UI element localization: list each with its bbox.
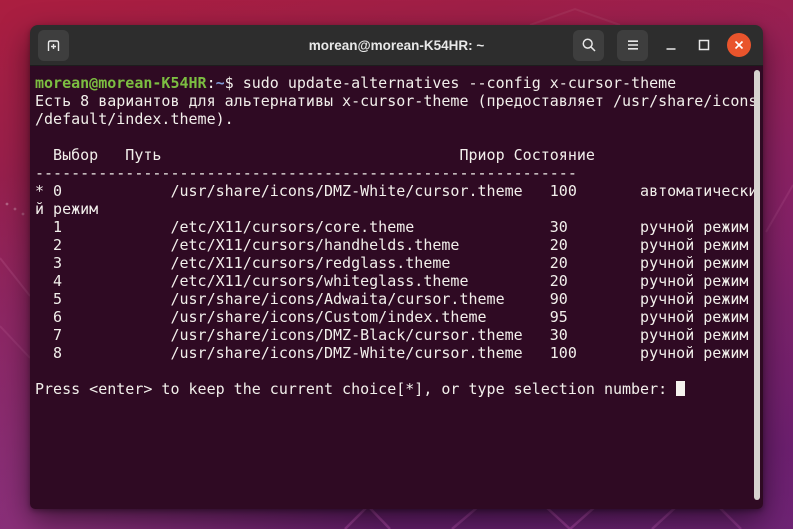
terminal-window: morean@morean-K54HR: ~ morean@morean-K54… (30, 25, 763, 509)
table-row: 7 /usr/share/icons/DMZ-Black/cursor.them… (35, 326, 749, 344)
maximize-button[interactable] (694, 35, 714, 55)
table-row: * 0 /usr/share/icons/DMZ-White/cursor.th… (35, 182, 758, 200)
terminal-content[interactable]: morean@morean-K54HR:~$ sudo update-alter… (30, 66, 763, 509)
close-button[interactable] (727, 33, 751, 57)
table-row: 2 /etc/X11/cursors/handhelds.theme 20 ру… (35, 236, 749, 254)
new-tab-icon (45, 37, 62, 54)
minimize-icon (664, 38, 678, 52)
prompt-separator: : (206, 74, 216, 92)
text-cursor (676, 381, 686, 396)
terminal-prompt-line: morean@morean-K54HR:~$ sudo update-alter… (35, 74, 763, 92)
prompt-path: ~ (215, 74, 225, 92)
search-icon (581, 37, 597, 53)
minimize-button[interactable] (661, 35, 681, 55)
table-row: 8 /usr/share/icons/DMZ-White/cursor.them… (35, 344, 749, 362)
maximize-icon (697, 38, 711, 52)
titlebar[interactable]: morean@morean-K54HR: ~ (30, 25, 763, 66)
command-text: sudo update-alternatives --config x-curs… (242, 74, 677, 92)
terminal-output-line: /default/index.theme). (35, 110, 234, 128)
table-divider-line: ----------------------------------------… (35, 164, 577, 182)
table-header-line: Выбор Путь Приор Состояние (35, 146, 595, 164)
table-row: 4 /etc/X11/cursors/whiteglass.theme 20 р… (35, 272, 749, 290)
table-row: 1 /etc/X11/cursors/core.theme 30 ручной … (35, 218, 749, 236)
table-row: 5 /usr/share/icons/Adwaita/cursor.theme … (35, 290, 749, 308)
menu-button[interactable] (617, 29, 648, 61)
new-tab-button[interactable] (38, 29, 69, 61)
terminal-output-line: Есть 8 вариантов для альтернативы x-curs… (35, 92, 758, 110)
table-row: 6 /usr/share/icons/Custom/index.theme 95… (35, 308, 749, 326)
press-enter-text: Press <enter> to keep the current choice… (35, 380, 677, 398)
prompt-user-host: morean@morean-K54HR (35, 74, 207, 92)
hamburger-menu-icon (625, 37, 641, 53)
prompt-dollar: $ (224, 74, 243, 92)
table-row: 3 /etc/X11/cursors/redglass.theme 20 руч… (35, 254, 749, 272)
search-button[interactable] (573, 29, 604, 61)
terminal-input-line[interactable]: Press <enter> to keep the current choice… (35, 380, 763, 398)
table-row-wrap: й режим (35, 200, 99, 218)
close-icon (733, 39, 745, 51)
scrollbar-thumb[interactable] (754, 70, 760, 500)
